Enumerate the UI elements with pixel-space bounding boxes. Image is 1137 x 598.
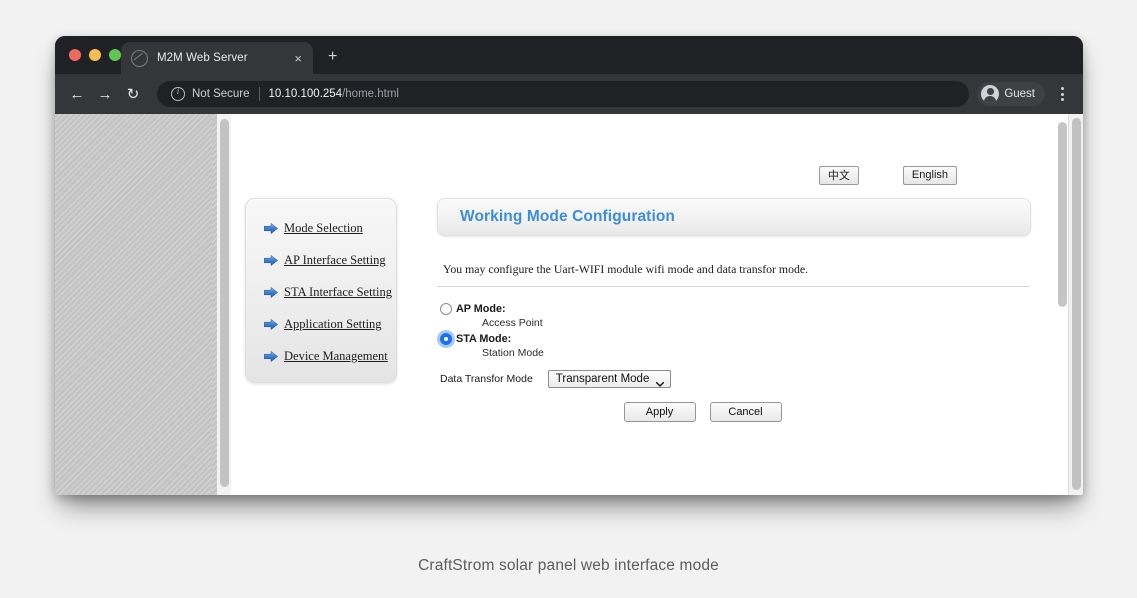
back-icon[interactable]: ← (63, 80, 91, 108)
working-mode-form: AP Mode: Access Point STA Mode: Station … (437, 301, 1031, 422)
window-traffic-lights (69, 49, 121, 61)
browser-tab[interactable]: M2M Web Server × (121, 42, 313, 74)
blue-arrow-icon (264, 350, 278, 362)
profile-button[interactable]: Guest (977, 82, 1045, 106)
dot (1060, 97, 1064, 101)
data-transfer-mode-select[interactable]: Transparent Mode (547, 370, 672, 388)
blue-arrow-icon (264, 286, 278, 298)
tab-strip: M2M Web Server × + (55, 36, 1083, 74)
sidebar-item-device-management[interactable]: Device Management (246, 340, 396, 372)
url-host: 10.10.100.254 (268, 88, 343, 100)
language-bar: 中文 English (818, 166, 957, 185)
three-dots-icon[interactable] (1051, 87, 1073, 101)
document-sheet: 中文 English Mode Selection AP Interface S… (231, 114, 1069, 495)
panel-description: You may configure the Uart-WIFI module w… (443, 262, 809, 276)
url-text: 10.10.100.254/home.html (269, 88, 399, 100)
radio-option-ap-mode[interactable]: AP Mode: (440, 301, 1031, 316)
page-viewport: 中文 English Mode Selection AP Interface S… (55, 114, 1083, 495)
sidebar-item-label: Device Management (284, 348, 388, 363)
figure-caption: CraftStrom solar panel web interface mod… (418, 557, 719, 574)
sidebar-menu: Mode Selection AP Interface Setting STA … (245, 198, 397, 383)
dot (1060, 87, 1064, 91)
frame-left-scrollbar[interactable] (217, 114, 231, 495)
radio-label-ap-mode: AP Mode: (456, 302, 506, 315)
radio-option-sta-mode[interactable]: STA Mode: (440, 331, 1031, 346)
sidebar-item-ap-interface-setting[interactable]: AP Interface Setting (246, 244, 396, 276)
content-frame: 中文 English Mode Selection AP Interface S… (212, 114, 1069, 495)
omnibox-divider (258, 87, 260, 101)
scrollbar-thumb[interactable] (219, 119, 229, 487)
dot (1060, 92, 1064, 96)
scrollbar-thumb[interactable] (1071, 118, 1081, 490)
forward-icon[interactable]: → (91, 80, 119, 108)
language-english-button[interactable]: English (902, 166, 957, 185)
radio-button-ap-mode[interactable] (440, 302, 452, 315)
url-path: /home.html (342, 88, 399, 100)
chevron-down-icon (656, 377, 665, 387)
sidebar-item-label: STA Interface Setting (284, 284, 392, 299)
browser-toolbar: ← → ↻ Not Secure 10.10.100.254/home.html… (55, 74, 1083, 114)
blue-arrow-icon (264, 254, 278, 266)
page-left-gutter (55, 114, 212, 495)
window-zoom-button[interactable] (109, 49, 121, 61)
panel-divider (437, 286, 1029, 287)
data-transfer-mode-label: Data Transfor Mode (440, 373, 533, 385)
radio-label-sta-mode: STA Mode: (456, 332, 512, 345)
data-transfer-mode-row: Data Transfor Mode Transparent Mode (440, 370, 1031, 388)
sidebar-item-application-setting[interactable]: Application Setting (246, 308, 396, 340)
blue-arrow-icon (264, 318, 278, 330)
page-scrollbar[interactable] (1068, 114, 1083, 495)
window-close-button[interactable] (69, 49, 81, 61)
data-transfer-mode-value: Transparent Mode (555, 373, 650, 385)
person-icon (981, 85, 1000, 103)
reload-icon[interactable]: ↻ (119, 80, 147, 108)
info-icon[interactable] (171, 86, 185, 101)
address-bar[interactable]: Not Secure 10.10.100.254/home.html (157, 81, 970, 107)
sidebar-item-mode-selection[interactable]: Mode Selection (246, 212, 396, 244)
scrollbar-thumb[interactable] (1057, 122, 1067, 307)
radio-button-sta-mode[interactable] (440, 332, 452, 345)
close-icon[interactable]: × (291, 50, 305, 67)
form-action-row: Apply Cancel (440, 402, 1031, 422)
window-minimize-button[interactable] (89, 49, 101, 61)
radio-sublabel-sta-mode: Station Mode (482, 347, 544, 359)
sidebar-item-sta-interface-setting[interactable]: STA Interface Setting (246, 276, 396, 308)
profile-label: Guest (1004, 88, 1035, 100)
globe-icon (131, 49, 148, 67)
language-chinese-button[interactable]: 中文 (818, 166, 859, 185)
new-tab-button[interactable]: + (323, 47, 342, 67)
tab-title: M2M Web Server (157, 52, 248, 64)
apply-button[interactable]: Apply (623, 402, 696, 422)
sidebar-item-label: Application Setting (284, 316, 382, 331)
sidebar-item-label: AP Interface Setting (284, 252, 386, 267)
browser-window: M2M Web Server × + ← → ↻ Not Secure 10.1… (55, 36, 1083, 495)
blue-arrow-icon (264, 222, 278, 234)
cancel-button[interactable]: Cancel (709, 402, 782, 422)
main-panel: Working Mode Configuration You may confi… (437, 198, 1031, 446)
router-page-body: Mode Selection AP Interface Setting STA … (245, 198, 1055, 453)
panel-header: Working Mode Configuration (437, 198, 1031, 236)
security-status-label: Not Secure (192, 88, 250, 100)
radio-sublabel-ap-mode: Access Point (482, 317, 543, 329)
page-title: Working Mode Configuration (460, 208, 675, 225)
sidebar-item-label: Mode Selection (284, 220, 363, 235)
document-scrollbar[interactable] (1055, 114, 1069, 495)
